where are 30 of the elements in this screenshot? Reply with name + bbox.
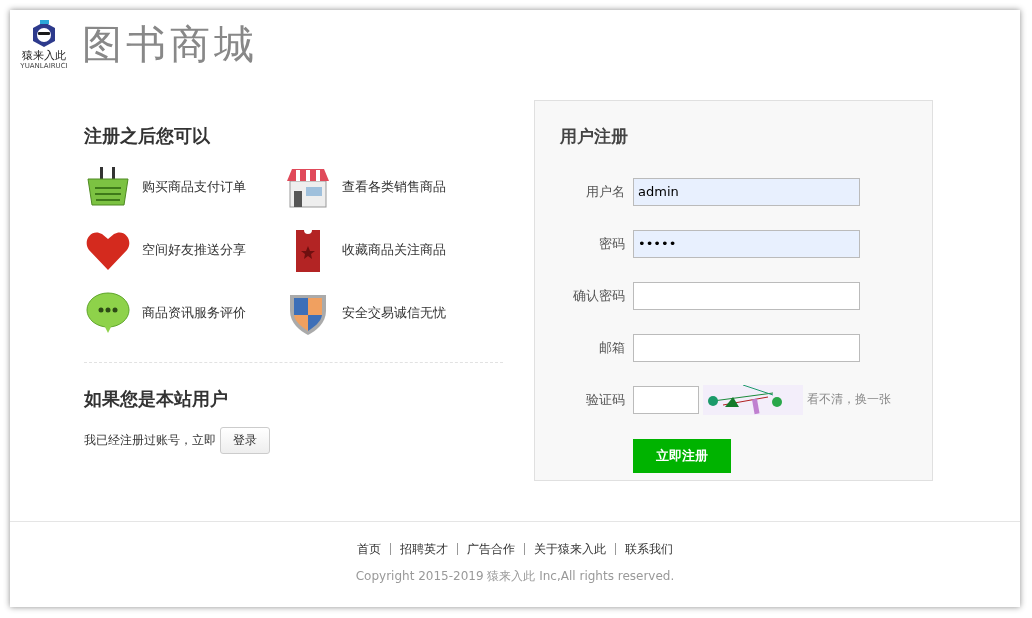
logo-brand: 猿来入此 [22,48,66,62]
footer-link[interactable]: 广告合作 [467,540,515,558]
refresh-captcha-link[interactable]: 看不清，换一张 [807,391,891,409]
input-field[interactable] [633,333,860,362]
feature-label: 商品资讯服务评价 [142,303,246,322]
field-label: 验证码 [585,390,626,409]
footer-link[interactable]: 关于猿来入此 [534,540,606,558]
footer-link[interactable]: 联系我们 [625,540,673,558]
input-field[interactable]: admin [633,177,860,206]
panel-title: 用户注册 [560,124,629,148]
footer-link[interactable]: 招聘英才 [400,540,448,558]
input-field[interactable] [633,281,860,310]
field-label: 确认密码 [572,286,626,305]
field-label: 密码 [598,234,626,253]
section-title: 如果您是本站用户 [84,386,229,411]
input-field[interactable]: ••••• [633,229,860,258]
feature-label: 查看各类销售商品 [342,177,446,196]
field-label: 用户名 [585,182,626,201]
feature-label: 购买商品支付订单 [142,177,246,196]
feature-label: 安全交易诚信无忧 [342,303,446,322]
section-title: 注册之后您可以 [84,123,211,148]
captcha-field[interactable] [633,385,699,414]
copyright: Copyright 2015-2019 猿来入此 Inc,All rights reserved. [355,567,675,585]
login-prompt: 我已经注册过账号，立即 [84,431,216,449]
field-label: 邮箱 [598,338,626,357]
footer-link[interactable]: 首页 [357,540,381,558]
feature-label: 收藏商品关注商品 [342,240,446,259]
site-title: 图书商城 [82,19,258,69]
login-button[interactable]: 登录 [220,426,270,454]
feature-label: 空间好友推送分享 [142,240,246,259]
